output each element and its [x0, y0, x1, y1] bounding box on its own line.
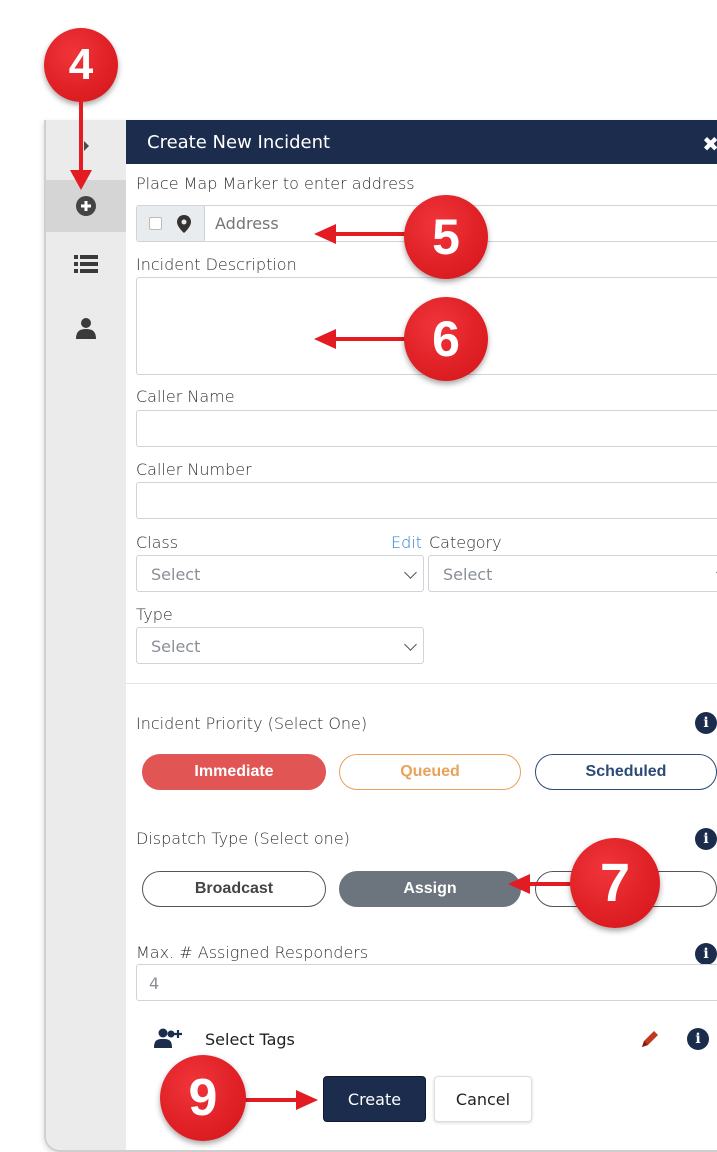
- callout-arrows: [70, 100, 574, 1110]
- callout-badge-9: 9: [160, 1055, 246, 1141]
- callout-badge-5: 5: [404, 195, 488, 279]
- callout-badge-7: 7: [570, 838, 660, 928]
- callout-badge-6: 6: [404, 297, 488, 381]
